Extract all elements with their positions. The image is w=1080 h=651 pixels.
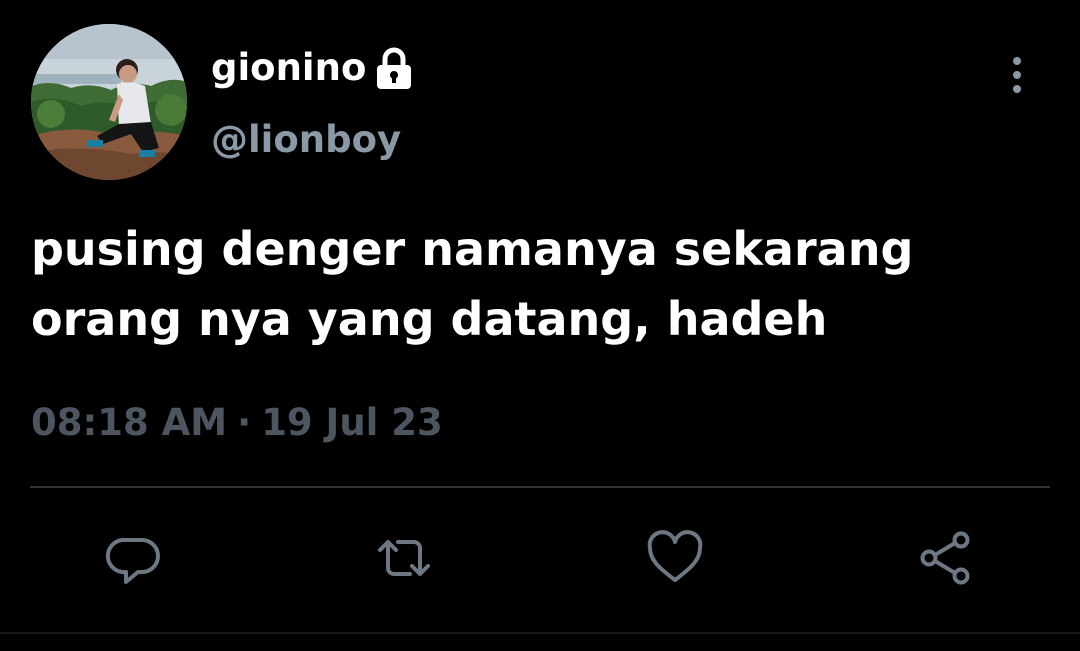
avatar[interactable]: [31, 24, 187, 180]
tweet-date: 19 Jul 23: [261, 401, 443, 444]
tweet-timestamp[interactable]: 08:18 AM · 19 Jul 23: [31, 401, 443, 444]
reply-button[interactable]: [104, 528, 164, 588]
lock-icon: [374, 46, 414, 92]
more-vertical-icon: [1013, 57, 1021, 93]
heart-icon: [647, 530, 703, 582]
tweet-card: gionino @lionboy pusing denger namanya s…: [0, 0, 1080, 651]
display-name-row[interactable]: gionino: [211, 44, 414, 90]
more-options-button[interactable]: [1000, 50, 1034, 100]
bottom-divider: [0, 632, 1080, 634]
tweet-time: 08:18 AM: [31, 401, 228, 444]
timestamp-separator: ·: [237, 401, 252, 444]
share-icon: [920, 531, 970, 585]
avatar-photo: [31, 24, 187, 180]
share-button[interactable]: [915, 528, 975, 588]
user-handle[interactable]: @lionboy: [211, 118, 401, 161]
like-button[interactable]: [645, 528, 705, 588]
retweet-icon: [378, 540, 430, 576]
display-name[interactable]: gionino: [211, 46, 366, 89]
retweet-button[interactable]: [374, 528, 434, 588]
divider: [30, 486, 1050, 488]
reply-icon: [105, 538, 160, 584]
tweet-text: pusing denger namanya sekarang orang nya…: [31, 222, 914, 346]
